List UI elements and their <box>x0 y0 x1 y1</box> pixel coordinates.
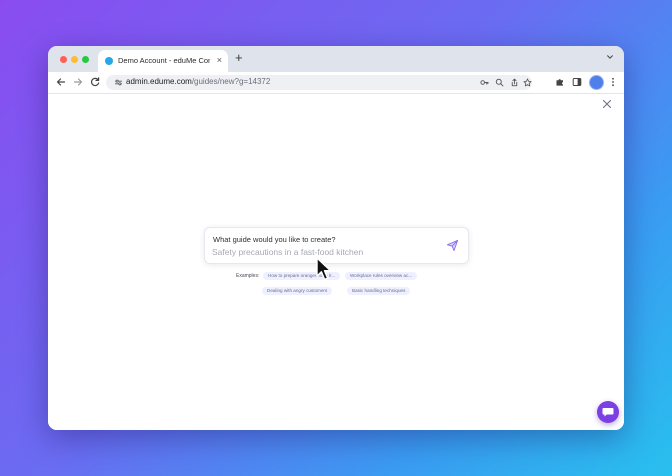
share-icon[interactable] <box>510 78 519 87</box>
browser-menu-icon[interactable] <box>608 77 618 87</box>
zoom-icon[interactable] <box>495 78 504 87</box>
edume-favicon-icon <box>105 57 113 65</box>
reload-icon[interactable] <box>89 76 101 88</box>
close-icon[interactable] <box>602 99 612 109</box>
key-icon[interactable] <box>480 78 489 87</box>
site-info-icon[interactable] <box>114 78 123 87</box>
back-arrow-icon[interactable] <box>55 76 67 88</box>
browser-window: Demo Account - eduMe Conte × + admin.edu… <box>48 46 624 430</box>
tab-strip: Demo Account - eduMe Conte × + <box>48 46 624 72</box>
bookmark-star-icon[interactable] <box>523 78 532 87</box>
tab-title: Demo Account - eduMe Conte <box>118 56 210 65</box>
example-chip[interactable]: Dealing with angry customers <box>262 287 333 295</box>
guide-prompt-box: What guide would you like to create? <box>204 227 469 264</box>
url-text[interactable]: admin.edume.com/guides/new?g=14372 <box>126 77 270 86</box>
profile-avatar[interactable] <box>589 75 604 90</box>
tab-close-button[interactable]: × <box>217 55 222 65</box>
new-tab-button[interactable]: + <box>235 51 243 65</box>
tab-search-chevron-icon[interactable] <box>606 53 614 61</box>
extensions-puzzle-icon[interactable] <box>555 77 565 87</box>
example-chip[interactable]: Workplace rules overview ac... <box>345 272 418 280</box>
page-content: What guide would you like to create? Exa… <box>48 94 624 430</box>
chat-bubble-icon <box>602 408 614 417</box>
chat-support-button[interactable] <box>597 401 619 423</box>
side-panel-icon[interactable] <box>572 77 582 87</box>
window-close-button[interactable] <box>60 56 67 63</box>
mouse-pointer-icon <box>316 257 332 281</box>
url-domain: admin.edume.com <box>126 77 192 86</box>
paper-plane-send-icon[interactable] <box>446 239 459 252</box>
window-minimize-button[interactable] <box>71 56 78 63</box>
example-chip[interactable]: Basic handling techniques <box>347 287 411 295</box>
browser-toolbar: admin.edume.com/guides/new?g=14372 <box>48 72 624 94</box>
window-maximize-button[interactable] <box>82 56 89 63</box>
url-path: /guides/new?g=14372 <box>191 77 271 86</box>
prompt-label: What guide would you like to create? <box>213 235 336 244</box>
forward-arrow-icon[interactable] <box>72 76 84 88</box>
address-bar[interactable]: admin.edume.com/guides/new?g=14372 <box>106 75 532 90</box>
examples-label: Examples: <box>236 273 260 279</box>
browser-tab-active[interactable]: Demo Account - eduMe Conte × <box>98 50 228 72</box>
